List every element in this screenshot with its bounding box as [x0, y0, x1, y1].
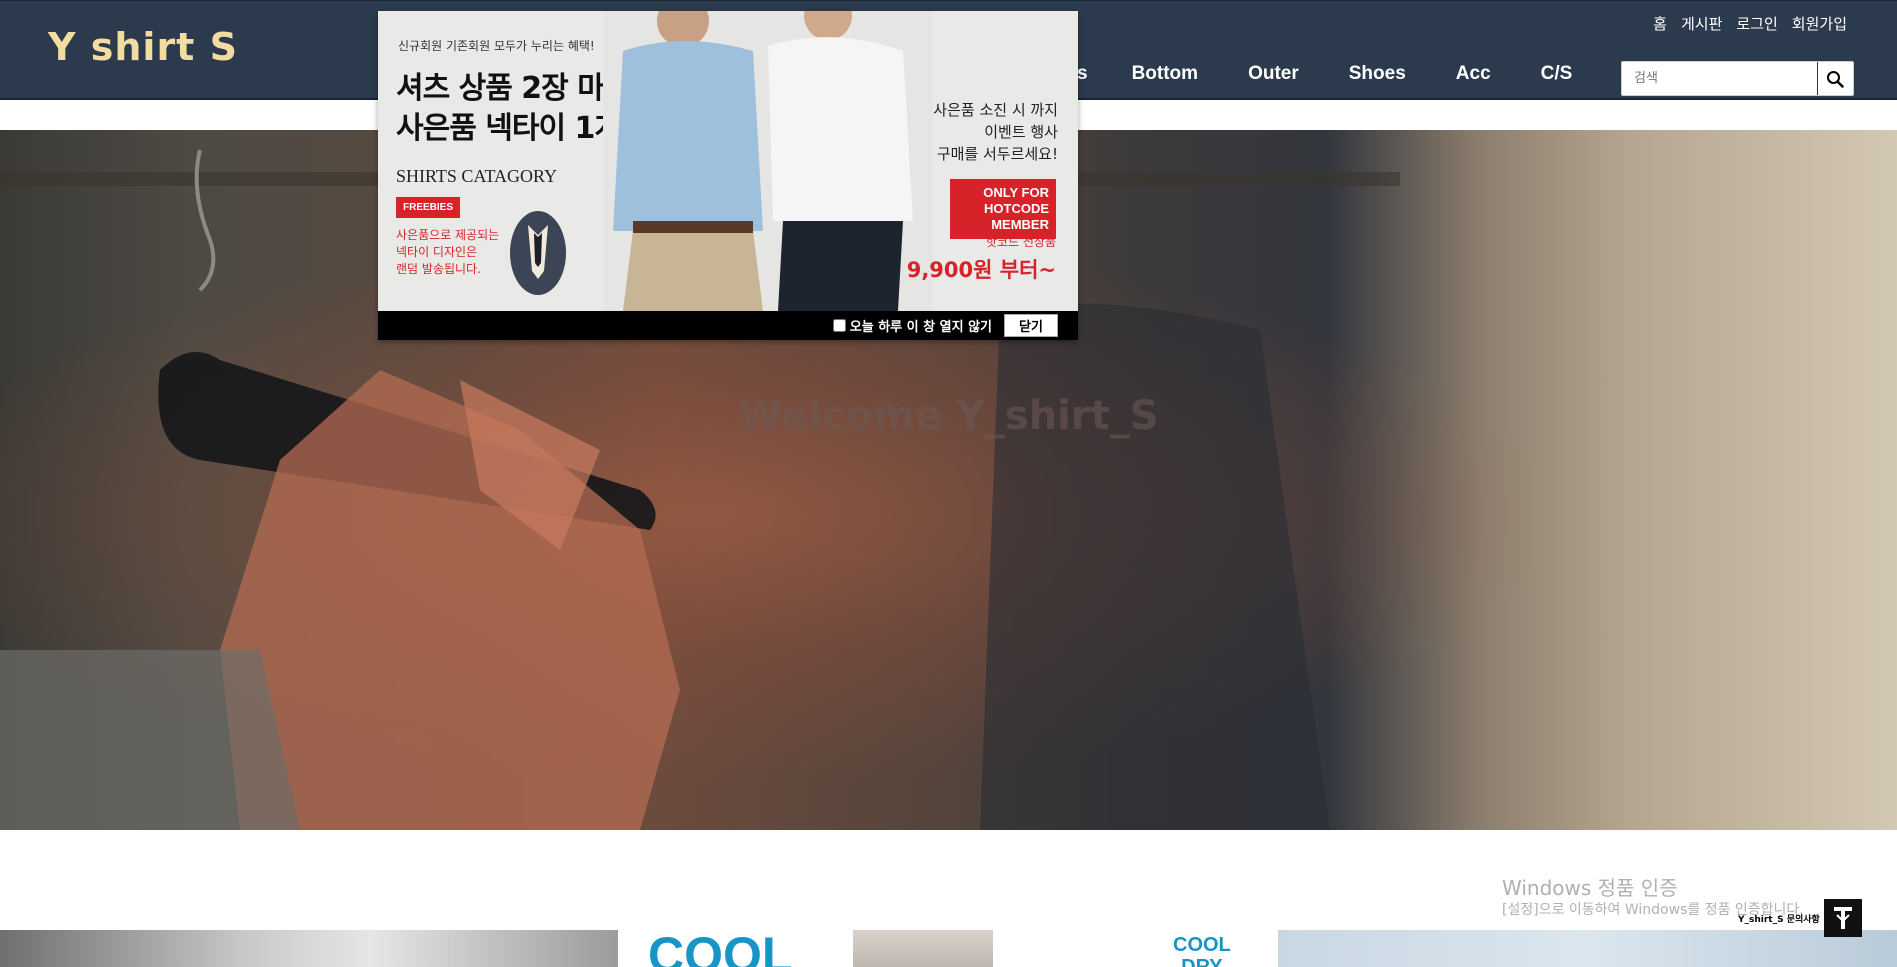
search-button[interactable] — [1817, 62, 1851, 95]
promo-note: 사은품으로 제공되는 넥타이 디자인은 랜덤 발송됩니다. — [396, 227, 499, 278]
search-box — [1621, 61, 1854, 96]
promo-right-text: 사은품 소진 시 까지 이벤트 행사 구매를 서두르세요! — [933, 99, 1058, 165]
promo-note-line: 넥타이 디자인은 — [396, 245, 478, 259]
dont-show-checkbox[interactable] — [832, 319, 846, 332]
promo-note-line: 사은품으로 제공되는 — [396, 228, 500, 242]
popup-close-button[interactable]: 닫기 — [1004, 314, 1058, 337]
inquiry-icon — [1823, 899, 1862, 937]
dry-label-line: DRY — [1181, 956, 1223, 967]
models-photo — [603, 11, 933, 311]
promo-banner[interactable]: 신규회원 기존회원 모두가 누리는 혜택! 셔츠 상품 2장 마다 사은품 넥타… — [378, 11, 1078, 311]
freebies-badge: FREEBIES — [396, 197, 461, 218]
cool-banner-model — [853, 930, 993, 967]
member-badge-line: ONLY FOR — [983, 185, 1049, 200]
site-logo[interactable]: Y shirt S — [48, 25, 238, 69]
popup-control-bar: 오늘 하루 이 창 열지 않기 닫기 — [378, 311, 1078, 340]
nav-bottom[interactable]: Bottom — [1132, 63, 1198, 85]
tie-icon — [510, 211, 566, 295]
promo-price: 9,900원 부터~ — [906, 258, 1056, 282]
search-icon — [1826, 70, 1844, 88]
nav-outer[interactable]: Outer — [1248, 63, 1299, 85]
main-nav: irts Bottom Outer Shoes Acc C/S — [1058, 63, 1622, 85]
promo-note-line: 랜덤 발송됩니다. — [396, 262, 481, 276]
inquiry-label: Y_shirt_S 문의사항 — [1738, 914, 1820, 925]
dont-show-label: 오늘 하루 이 창 열지 않기 — [849, 320, 992, 335]
nav-acc[interactable]: Acc — [1456, 63, 1491, 85]
nav-shoes[interactable]: Shoes — [1349, 63, 1406, 85]
search-input[interactable] — [1622, 63, 1817, 94]
promo-right-line: 이벤트 행사 — [984, 123, 1058, 141]
top-link-login[interactable]: 로그인 — [1736, 13, 1777, 34]
inquiry-button[interactable]: Y_shirt_S 문의사항 — [1738, 899, 1862, 937]
top-links: 홈 게시판 로그인 회원가입 — [1653, 13, 1847, 34]
promo-subtitle: 신규회원 기존회원 모두가 누리는 혜택! — [398, 39, 595, 53]
top-link-board[interactable]: 게시판 — [1681, 13, 1722, 34]
dont-show-today[interactable]: 오늘 하루 이 창 열지 않기 — [832, 316, 992, 335]
promo-headline-1: 셔츠 상품 2장 마다 — [396, 71, 631, 106]
nav-cs[interactable]: C/S — [1541, 63, 1573, 85]
product-card-2[interactable]: COOL COOL DRY — [618, 930, 1278, 967]
promo-popup: 신규회원 기존회원 모두가 누리는 혜택! 셔츠 상품 2장 마다 사은품 넥타… — [378, 11, 1078, 340]
cool-dry-label: COOL DRY — [1173, 934, 1231, 967]
product-card-1[interactable] — [0, 930, 618, 967]
hero-welcome-text: Welcome Y_shirt_S — [738, 393, 1159, 439]
promo-category: SHIRTS CATAGORY — [396, 166, 558, 186]
cool-label-line: COOL — [1173, 934, 1231, 956]
promo-hot-all: 핫코드 전상품 — [985, 235, 1056, 249]
cool-banner-text: COOL — [648, 930, 793, 967]
member-badge-line: HOTCODE MEMBER — [984, 201, 1049, 232]
top-link-home[interactable]: 홈 — [1653, 13, 1667, 34]
promo-right-line: 사은품 소진 시 까지 — [933, 101, 1058, 119]
promo-right-line: 구매를 서두르세요! — [936, 145, 1058, 163]
windows-activation-title: Windows 정품 인증 — [1502, 876, 1678, 900]
top-link-signup[interactable]: 회원가입 — [1792, 13, 1847, 34]
member-badge: ONLY FOR HOTCODE MEMBER — [950, 179, 1056, 239]
